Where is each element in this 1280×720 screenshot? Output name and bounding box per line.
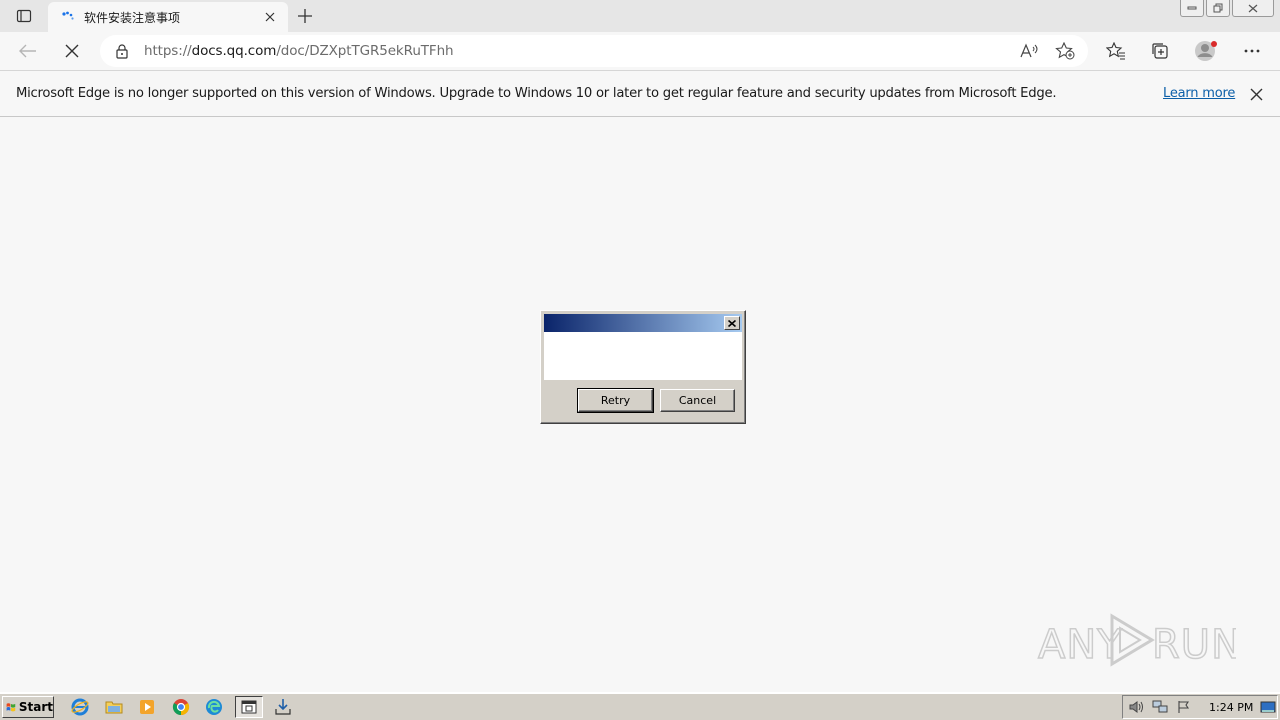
restore-icon [1213,3,1222,13]
read-aloud-button[interactable] [1016,39,1042,63]
close-icon [265,12,275,22]
retry-button[interactable]: Retry [577,388,654,413]
infobar-message: Microsoft Edge is no longer supported on… [16,86,1057,101]
taskbar-explorer-button[interactable] [100,696,128,718]
window-close-button[interactable] [1232,0,1274,17]
anyrun-logo-icon: ANY RUN [1037,613,1242,669]
lock-icon [116,43,128,59]
media-player-icon [140,700,154,714]
chrome-icon [172,699,190,716]
close-icon [1250,88,1262,100]
speaker-icon [1129,701,1143,713]
read-aloud-icon [1020,43,1038,58]
url-prefix: https:// [144,43,192,59]
network-icon [1152,700,1168,713]
dialog-close-button[interactable] [724,316,740,330]
collections-icon [1152,43,1168,59]
infobar-close-button[interactable] [1246,84,1266,104]
new-tab-button[interactable] [292,4,318,28]
taskbar-ie-button[interactable] [66,696,94,718]
back-arrow-icon [19,44,36,58]
flag-icon [1178,701,1190,713]
system-tray: 1:24 PM [1122,695,1278,719]
loading-spinner-icon [62,11,74,20]
download-icon [275,699,291,715]
restore-button[interactable] [1206,0,1230,17]
stop-loading-button[interactable] [57,36,87,66]
taskbar-active-window-button[interactable] [235,696,263,718]
window-controls [1180,0,1274,18]
tab-active[interactable]: 软件安装注意事项 [48,2,288,32]
minimize-icon [1187,6,1197,10]
unsupported-os-infobar: Microsoft Edge is no longer supported on… [0,70,1280,117]
close-icon [1248,4,1258,12]
window-task-icon [241,700,257,714]
taskbar: Start 1:24 PM [0,692,1280,720]
anyrun-watermark: ANY RUN [1036,608,1242,672]
favorites-icon [1106,42,1125,60]
url-path: /doc/DZXptTGR5ekRuTFhh [276,43,454,59]
edge-icon [206,699,222,715]
taskbar-chrome-button[interactable] [167,696,195,718]
collections-button[interactable] [1145,36,1175,66]
learn-more-link[interactable]: Learn more [1163,86,1235,101]
taskbar-media-button[interactable] [133,696,161,718]
tab-actions-icon [16,9,32,23]
start-label: Start [18,700,53,714]
url-host: docs.qq.com [191,43,277,59]
retry-dialog: Retry Cancel [540,310,746,424]
taskbar-clock[interactable]: 1:24 PM [1209,701,1253,714]
internet-explorer-icon [71,698,89,716]
windows-flag-icon [6,703,16,712]
favorites-button[interactable] [1101,36,1131,66]
more-options-icon [1244,49,1260,53]
back-button[interactable] [13,36,43,66]
taskbar-edge-button[interactable] [200,696,228,718]
profile-button[interactable] [1191,36,1221,66]
star-add-icon [1055,42,1075,60]
volume-tray-button[interactable] [1127,699,1145,715]
add-favorite-button[interactable] [1052,39,1078,63]
svg-text:RUN: RUN [1152,622,1236,668]
action-center-tray-button[interactable] [1175,699,1193,715]
folder-icon [105,701,123,714]
start-button[interactable]: Start [2,696,54,718]
settings-menu-button[interactable] [1237,36,1267,66]
show-desktop-button[interactable] [1259,699,1277,715]
cancel-button[interactable]: Cancel [660,389,735,412]
desktop-icon [1260,701,1276,712]
svg-text:ANY: ANY [1038,622,1123,668]
avatar-icon [1195,41,1217,61]
browser-toolbar: https://docs.qq.com/doc/DZXptTGR5ekRuTFh… [0,32,1280,70]
tab-actions-button[interactable] [8,4,40,28]
dialog-body [544,332,742,380]
close-icon [728,319,736,327]
tab-title: 软件安装注意事项 [84,10,181,25]
minimize-button[interactable] [1180,0,1204,17]
dialog-titlebar[interactable] [544,314,742,332]
url-text: https://docs.qq.com/doc/DZXptTGR5ekRuTFh… [144,43,454,59]
stop-icon [65,44,79,58]
plus-icon [298,9,312,23]
network-tray-button[interactable] [1151,699,1169,715]
address-bar[interactable]: https://docs.qq.com/doc/DZXptTGR5ekRuTFh… [100,35,1088,67]
taskbar-download-button[interactable] [269,696,297,718]
tab-close-button[interactable] [262,9,278,25]
tab-strip: 软件安装注意事项 [0,0,1280,32]
